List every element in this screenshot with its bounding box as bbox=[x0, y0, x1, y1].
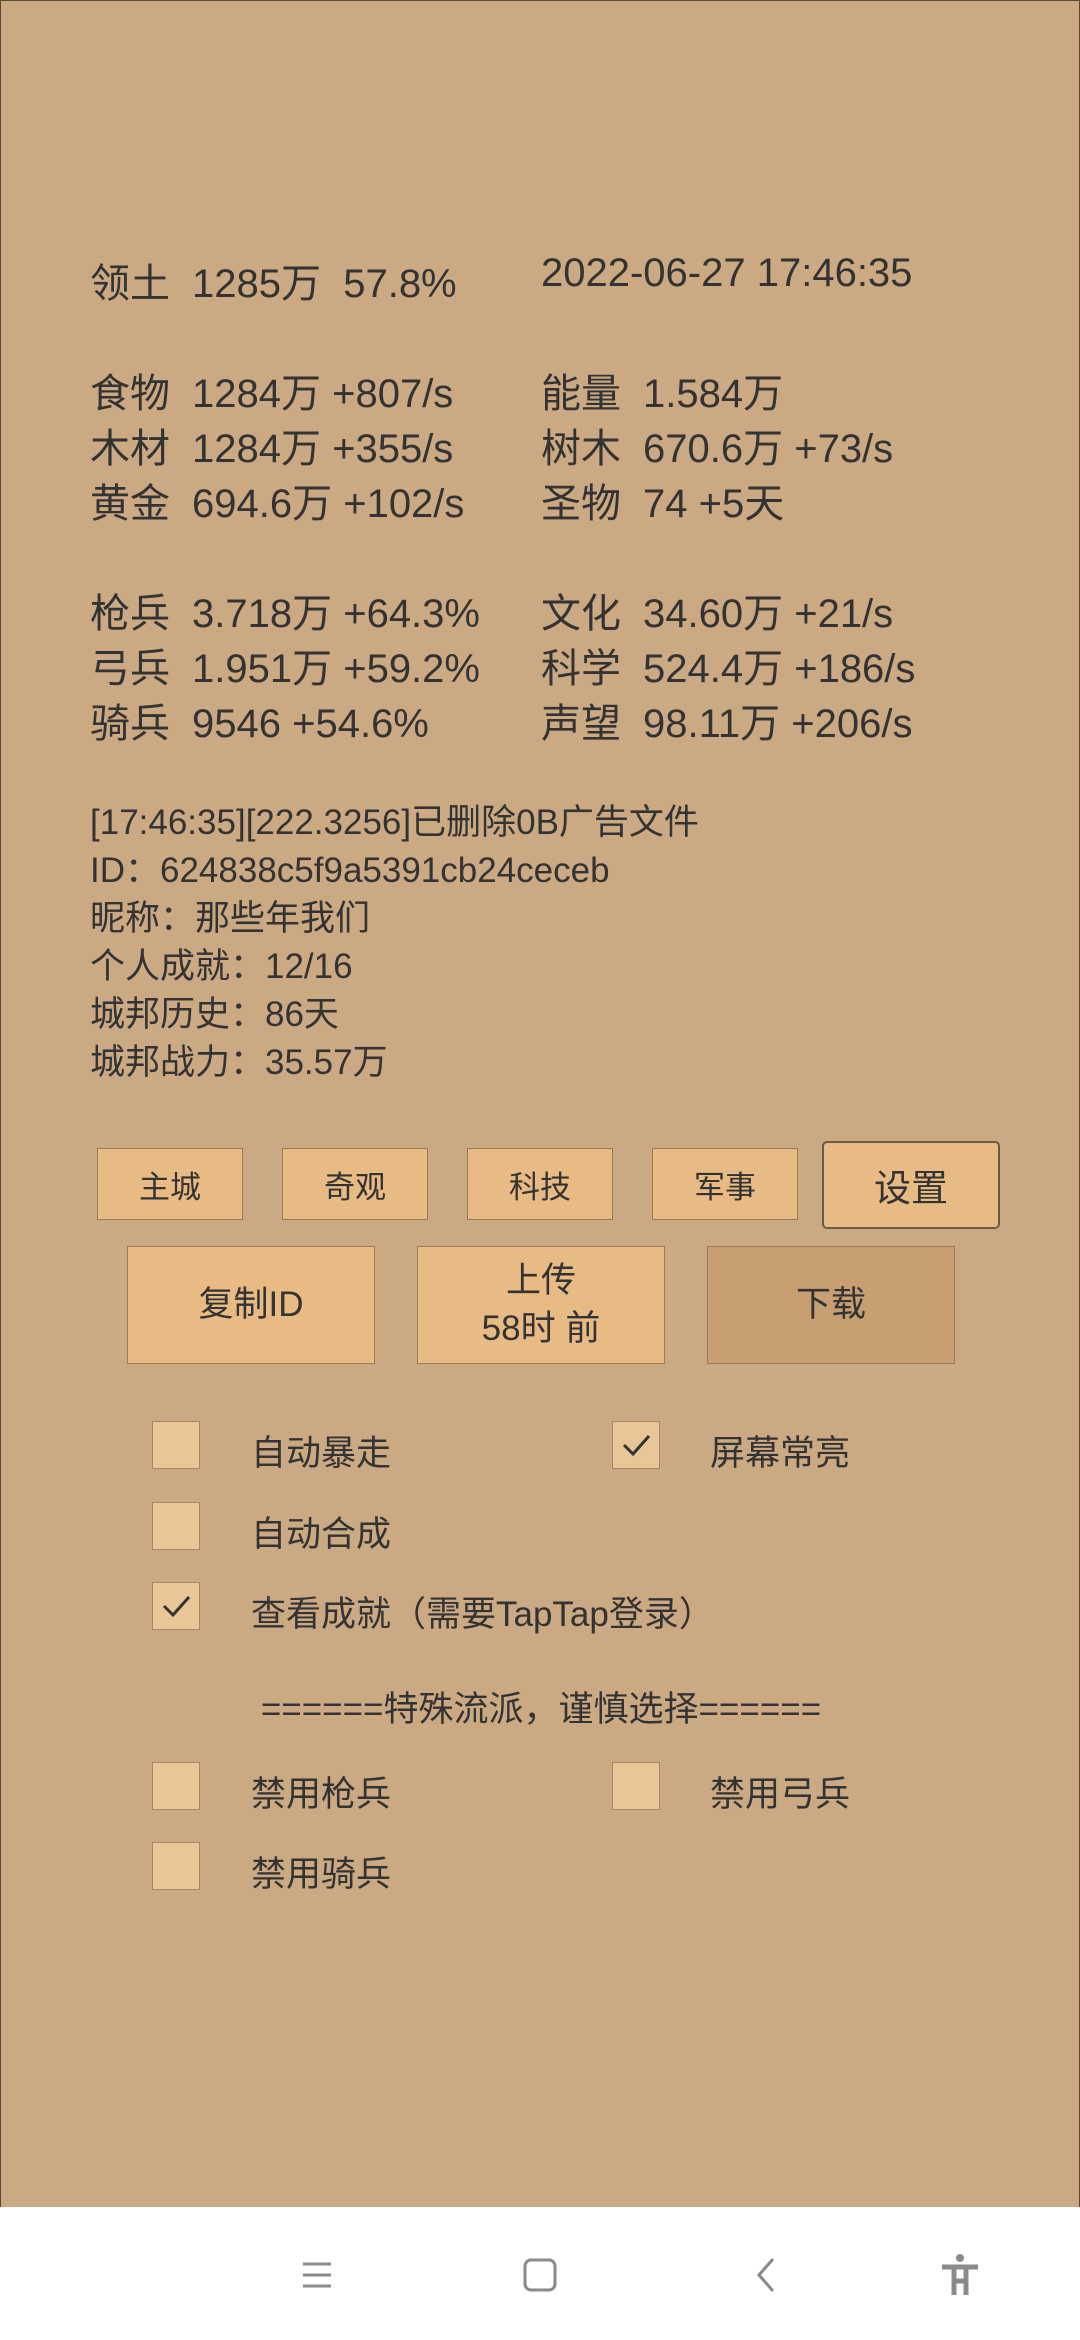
checkmark-icon bbox=[622, 1435, 651, 1457]
auto-rampage-label: 自动暴走 bbox=[251, 1434, 392, 1473]
stat-value: 34.60万 +21/s bbox=[643, 592, 894, 636]
view-achievements-label: 查看成就（需要TapTap登录） bbox=[251, 1595, 714, 1634]
menu-icon[interactable] bbox=[293, 2251, 341, 2299]
stat-cavalry: 骑兵 9546 +54.6% bbox=[90, 691, 429, 749]
stat-label: 黄金 bbox=[90, 482, 170, 526]
accessibility-icon[interactable] bbox=[936, 2251, 984, 2299]
view-achievements-checkbox[interactable] bbox=[152, 1582, 200, 1630]
stat-value: 3.718万 +64.3% bbox=[192, 592, 480, 636]
settings-screen: 领土 1285万 57.8% 2022-06-27 17:46:35 食物 1284… bbox=[0, 0, 1080, 2209]
stat-label: 骑兵 bbox=[90, 702, 170, 746]
stat-wood: 木材 1284万 +355/s bbox=[90, 416, 453, 474]
log-message: [17:46:35][222.3256]已删除0B广告文件 bbox=[90, 803, 699, 842]
auto-merge-checkbox[interactable] bbox=[152, 1502, 200, 1550]
auto-rampage-checkbox[interactable] bbox=[152, 1421, 200, 1469]
stat-prestige: 声望 98.11万 +206/s bbox=[541, 691, 912, 749]
disable-spear-checkbox[interactable] bbox=[152, 1762, 200, 1810]
system-navigation-bar bbox=[0, 2207, 1080, 2340]
stat-spearmen: 枪兵 3.718万 +64.3% bbox=[90, 581, 480, 639]
player-achievements: 个人成就：12/16 bbox=[90, 947, 353, 986]
download-label: 下载 bbox=[795, 1285, 866, 1324]
tab-military[interactable]: 军事 bbox=[652, 1148, 798, 1220]
disable-archer-label: 禁用弓兵 bbox=[710, 1775, 851, 1814]
stat-energy: 能量 1.584万 bbox=[541, 361, 783, 419]
player-id: ID：624838c5f9a5391cb24ceceb bbox=[90, 851, 610, 890]
stat-label: 木材 bbox=[90, 427, 170, 471]
datetime: 2022-06-27 17:46:35 bbox=[541, 251, 913, 295]
stat-label: 弓兵 bbox=[90, 647, 170, 691]
stat-culture: 文化 34.60万 +21/s bbox=[541, 581, 893, 639]
stat-label: 声望 bbox=[541, 702, 621, 746]
upload-label: 上传 bbox=[505, 1261, 576, 1300]
stat-value: 9546 +54.6% bbox=[192, 702, 429, 746]
stat-value: 98.11万 +206/s bbox=[643, 702, 913, 746]
stat-value: 1284万 +355/s bbox=[192, 427, 454, 471]
stat-label: 枪兵 bbox=[90, 592, 170, 636]
stat-value: 670.6万 +73/s bbox=[643, 427, 894, 471]
screen-on-label: 屏幕常亮 bbox=[710, 1434, 851, 1473]
stat-trees: 树木 670.6万 +73/s bbox=[541, 416, 893, 474]
city-history: 城邦历史：86天 bbox=[90, 995, 339, 1034]
stat-territory: 领土 1285万 57.8% bbox=[90, 251, 457, 309]
tab-settings[interactable]: 设置 bbox=[822, 1141, 1000, 1229]
disable-cavalry-checkbox[interactable] bbox=[152, 1842, 200, 1890]
auto-merge-label: 自动合成 bbox=[251, 1515, 392, 1554]
stat-gold: 黄金 694.6万 +102/s bbox=[90, 471, 464, 529]
stat-label: 文化 bbox=[541, 592, 621, 636]
upload-button[interactable]: 上传 58时 前 bbox=[417, 1246, 665, 1364]
checkmark-icon bbox=[162, 1596, 191, 1618]
stat-relics: 圣物 74 +5天 bbox=[541, 471, 784, 529]
stat-food: 食物 1284万 +807/s bbox=[90, 361, 453, 419]
stat-value: 1.951万 +59.2% bbox=[192, 647, 480, 691]
stat-label: 圣物 bbox=[541, 482, 621, 526]
upload-time-label: 58时 前 bbox=[481, 1309, 601, 1348]
back-icon[interactable] bbox=[743, 2251, 791, 2299]
stat-label: 食物 bbox=[90, 372, 170, 416]
tab-wonders[interactable]: 奇观 bbox=[282, 1148, 428, 1220]
special-mode-divider: ======特殊流派，谨慎选择====== bbox=[260, 1690, 822, 1729]
disable-cavalry-label: 禁用骑兵 bbox=[251, 1855, 392, 1894]
stat-value: 524.4万 +186/s bbox=[643, 647, 916, 691]
stat-value: 1284万 +807/s bbox=[192, 372, 454, 416]
copy-id-button[interactable]: 复制ID bbox=[127, 1246, 375, 1364]
stat-archers: 弓兵 1.951万 +59.2% bbox=[90, 636, 480, 694]
stat-value: 74 +5天 bbox=[643, 482, 785, 526]
stat-value: 1.584万 bbox=[643, 372, 784, 416]
stat-label: 科学 bbox=[541, 647, 621, 691]
tab-technology[interactable]: 科技 bbox=[467, 1148, 613, 1220]
stat-value: 694.6万 +102/s bbox=[192, 482, 465, 526]
copy-id-label: 复制ID bbox=[198, 1285, 304, 1324]
tab-main-city[interactable]: 主城 bbox=[97, 1148, 243, 1220]
download-button[interactable]: 下载 bbox=[707, 1246, 955, 1364]
disable-archer-checkbox[interactable] bbox=[612, 1762, 660, 1810]
screen-on-checkbox[interactable] bbox=[612, 1421, 660, 1469]
disable-spear-label: 禁用枪兵 bbox=[251, 1775, 392, 1814]
stat-label: 树木 bbox=[541, 427, 621, 471]
stat-value: 1285万 57.8% bbox=[192, 262, 457, 306]
stat-science: 科学 524.4万 +186/s bbox=[541, 636, 915, 694]
stat-label: 领土 bbox=[90, 262, 170, 306]
player-nickname: 昵称：那些年我们 bbox=[90, 899, 371, 938]
home-icon[interactable] bbox=[516, 2251, 564, 2299]
stat-label: 能量 bbox=[541, 372, 621, 416]
city-power: 城邦战力：35.57万 bbox=[90, 1043, 388, 1082]
